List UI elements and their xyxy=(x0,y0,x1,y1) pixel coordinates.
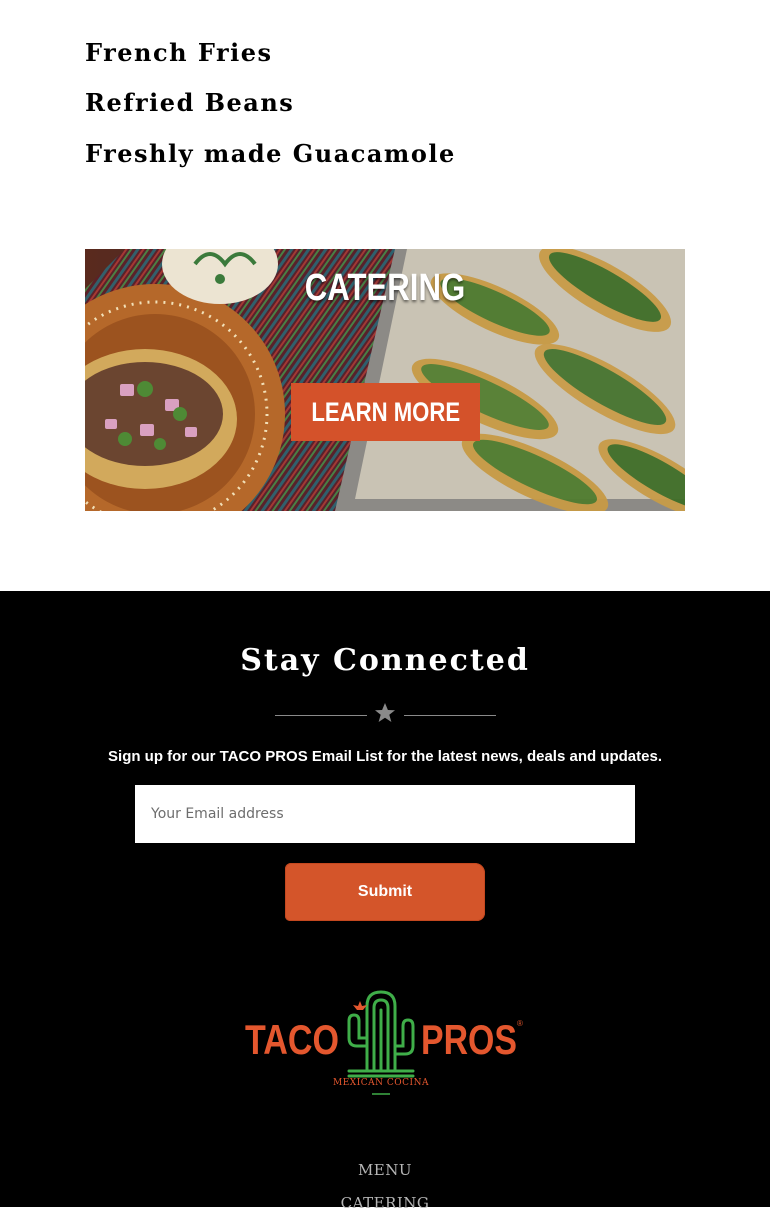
signup-text: Sign up for our TACO PROS Email List for… xyxy=(108,748,662,765)
side-item-guacamole: Freshly made Guacamole xyxy=(85,139,456,168)
side-item-french-fries: French Fries xyxy=(85,38,273,67)
logo-left-text: TACO xyxy=(245,1016,339,1063)
footer-nav-menu[interactable]: MENU xyxy=(0,1161,770,1179)
catering-banner-title: CATERING xyxy=(304,267,466,309)
divider-line-right xyxy=(404,715,496,716)
stay-connected-heading: Stay Connected xyxy=(240,643,530,678)
side-item-refried-beans: Refried Beans xyxy=(85,88,295,117)
logo-tagline: MEXICAN COCINA xyxy=(333,1078,429,1088)
logo-trademark: ® xyxy=(517,1019,523,1028)
footer: Stay Connected Sign up for our TACO PROS… xyxy=(0,591,770,1212)
catering-banner[interactable]: CATERING LEARN MORE xyxy=(85,249,685,511)
taco-pros-logo[interactable]: TACO PROS ® MEXICAN COCINA xyxy=(245,986,525,1106)
divider-line-left xyxy=(275,715,367,716)
logo-right-text: PROS xyxy=(421,1016,517,1063)
email-input[interactable] xyxy=(135,785,635,843)
submit-button[interactable]: Submit xyxy=(285,863,485,921)
learn-more-label: LEARN MORE xyxy=(311,396,460,427)
footer-nav-catering[interactable]: CATERING xyxy=(0,1194,770,1212)
partial-heading xyxy=(85,0,145,2)
learn-more-button[interactable]: LEARN MORE xyxy=(291,383,480,441)
star-icon xyxy=(375,703,395,722)
